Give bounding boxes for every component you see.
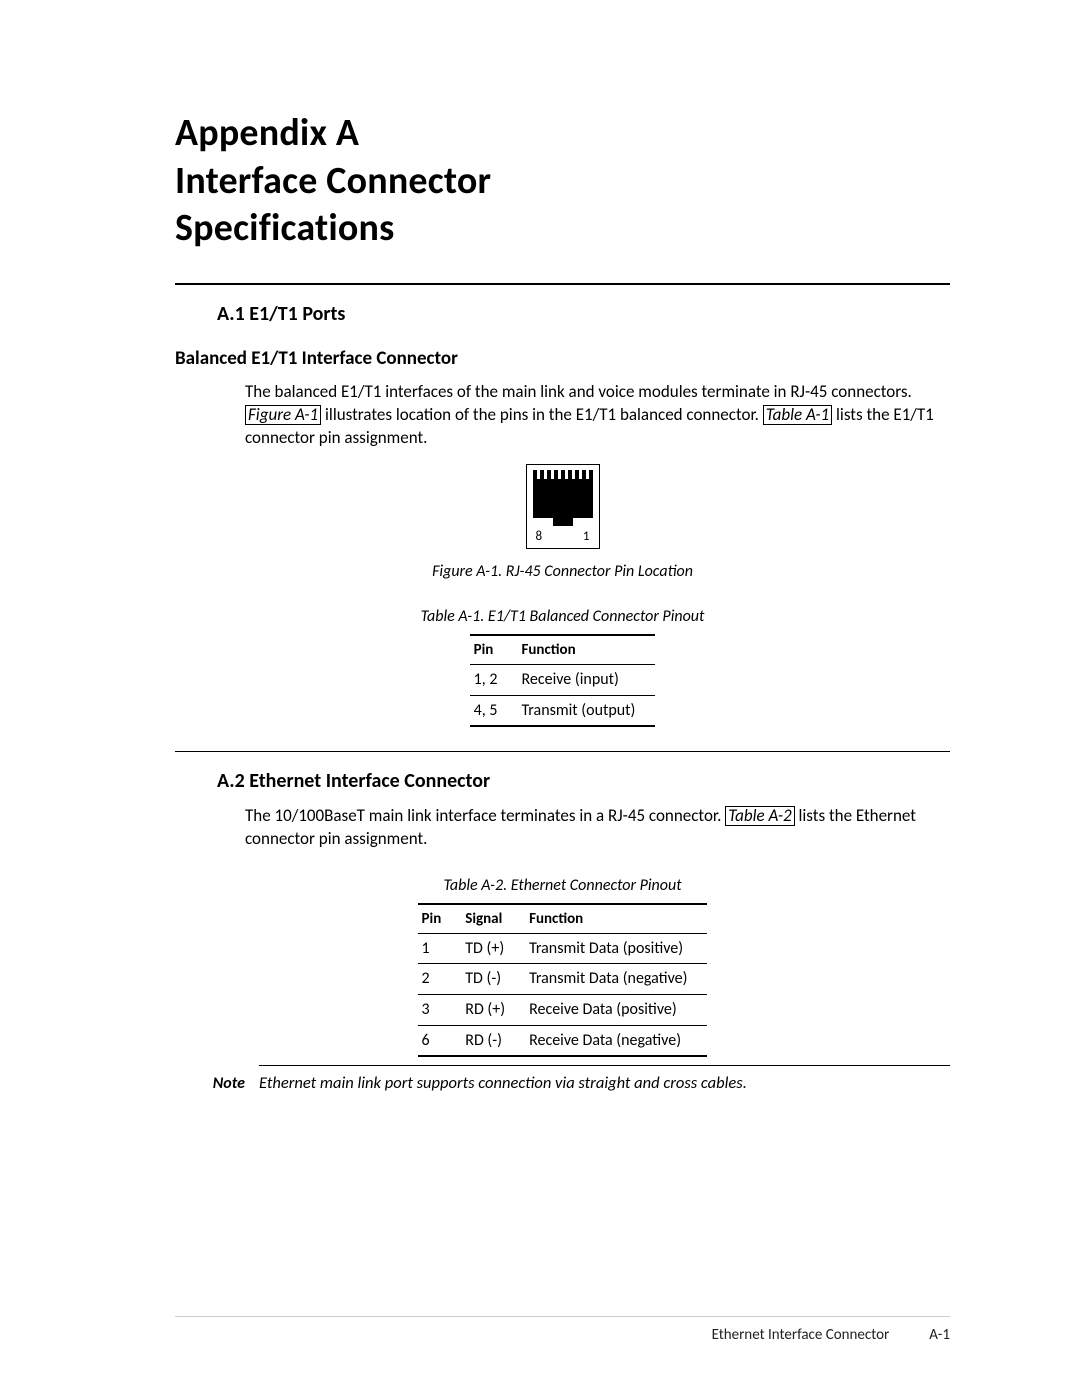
table-row: 1, 2 Receive (input) (470, 664, 656, 695)
page-title-line2: Specifications (175, 205, 950, 253)
table-row: 4, 5 Transmit (output) (470, 695, 656, 726)
cell: 1, 2 (470, 664, 518, 695)
rule-top (175, 283, 950, 285)
cell: 3 (418, 995, 462, 1026)
table-row: 2 TD (-) Transmit Data (negative) (418, 964, 708, 995)
cell: 4, 5 (470, 695, 518, 726)
table-a2-header-pin: Pin (418, 904, 462, 934)
paragraph-a2: The 10/100BaseT main link interface term… (245, 805, 950, 851)
link-figure-a1[interactable]: Figure A-1 (245, 405, 321, 425)
figure-a1: 8 1 (175, 464, 950, 549)
page-title-line1: Interface Connector (175, 158, 950, 206)
para-a1-mid: illustrates location of the pins in the … (321, 404, 763, 425)
table-a1: Pin Function 1, 2 Receive (input) 4, 5 T… (470, 634, 656, 727)
cell: RD (-) (461, 1025, 525, 1056)
table-row: 3 RD (+) Receive Data (positive) (418, 995, 708, 1026)
table-row: 6 RD (-) Receive Data (negative) (418, 1025, 708, 1056)
table-a1-caption: Table A-1. E1/T1 Balanced Connector Pino… (175, 606, 950, 628)
cell: Transmit (output) (517, 695, 655, 726)
cell: TD (-) (461, 964, 525, 995)
page-footer: Ethernet Interface Connector A-1 (175, 1316, 950, 1345)
para-a2-pre: The 10/100BaseT main link interface term… (245, 805, 725, 826)
cell: Receive Data (positive) (525, 995, 707, 1026)
table-a2-header-function: Function (525, 904, 707, 934)
cell: TD (+) (461, 933, 525, 964)
link-table-a1[interactable]: Table A-1 (763, 405, 832, 425)
cell: 1 (418, 933, 462, 964)
table-a2: Pin Signal Function 1 TD (+) Transmit Da… (418, 903, 708, 1058)
pin-label-1: 1 (583, 528, 590, 546)
footer-page-number: A-1 (929, 1325, 950, 1345)
subsection-balanced-heading: Balanced E1/T1 Interface Connector (175, 346, 950, 372)
table-a1-header-pin: Pin (470, 635, 518, 665)
pin-label-8: 8 (536, 528, 543, 546)
note-body: Ethernet main link port supports connect… (259, 1065, 950, 1095)
cell: Transmit Data (positive) (525, 933, 707, 964)
paragraph-a1: The balanced E1/T1 interfaces of the mai… (245, 381, 950, 450)
table-row: 1 TD (+) Transmit Data (positive) (418, 933, 708, 964)
rj45-connector-icon: 8 1 (526, 464, 600, 549)
cell: 6 (418, 1025, 462, 1056)
section-a1-heading: A.1 E1/T1 Ports (217, 301, 950, 328)
para-a1-pre: The balanced E1/T1 interfaces of the mai… (245, 381, 912, 402)
table-a1-header-function: Function (517, 635, 655, 665)
cell: Receive (input) (517, 664, 655, 695)
note-block: Note Ethernet main link port supports co… (175, 1065, 950, 1095)
section-a2-heading: A.2 Ethernet Interface Connector (217, 768, 950, 795)
figure-a1-caption: Figure A-1. RJ-45 Connector Pin Location (175, 561, 950, 583)
link-table-a2[interactable]: Table A-2 (725, 806, 794, 826)
note-label: Note (175, 1065, 259, 1095)
table-a2-header-signal: Signal (461, 904, 525, 934)
rule-mid (175, 751, 950, 752)
table-a2-caption: Table A-2. Ethernet Connector Pinout (175, 875, 950, 897)
cell: Receive Data (negative) (525, 1025, 707, 1056)
appendix-label: Appendix A (175, 110, 950, 158)
cell: Transmit Data (negative) (525, 964, 707, 995)
cell: RD (+) (461, 995, 525, 1026)
cell: 2 (418, 964, 462, 995)
footer-section: Ethernet Interface Connector (712, 1325, 890, 1345)
page-title-block: Appendix A Interface Connector Specifica… (175, 110, 950, 253)
document-page: Appendix A Interface Connector Specifica… (0, 0, 1080, 1397)
